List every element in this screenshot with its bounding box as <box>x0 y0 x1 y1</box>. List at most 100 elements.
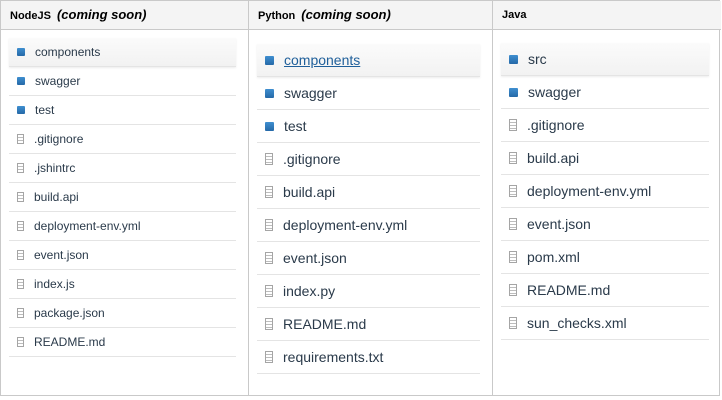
file-item[interactable]: event.json <box>501 208 709 241</box>
item-label: components <box>35 45 101 59</box>
file-item[interactable]: package.json <box>9 299 236 328</box>
folder-icon <box>265 121 274 131</box>
file-icon <box>509 284 517 296</box>
file-item[interactable]: build.api <box>257 176 480 209</box>
item-label: deployment-env.yml <box>34 219 141 233</box>
file-item[interactable]: deployment-env.yml <box>501 175 709 208</box>
item-label: deployment-env.yml <box>283 217 408 233</box>
item-label: sun_checks.xml <box>527 315 627 331</box>
file-list-java: src swagger .gitignore build.api deployment-… <box>493 43 721 340</box>
item-label: deployment-env.yml <box>527 183 652 199</box>
folder-item[interactable]: swagger <box>257 77 480 110</box>
file-item[interactable]: build.api <box>501 142 709 175</box>
file-item[interactable]: pom.xml <box>501 241 709 274</box>
file-icon <box>265 351 273 363</box>
item-label: build.api <box>283 184 336 200</box>
item-label: package.json <box>34 306 105 320</box>
file-item[interactable]: deployment-env.yml <box>9 212 236 241</box>
file-item[interactable]: event.json <box>9 241 236 270</box>
folder-icon <box>265 88 274 98</box>
file-item[interactable]: index.py <box>257 275 480 308</box>
file-icon <box>265 153 273 165</box>
folder-item[interactable]: test <box>257 110 480 143</box>
column-nodejs: NodeJS (coming soon) components swagger tes… <box>1 1 249 395</box>
folder-icon <box>17 106 25 114</box>
file-item[interactable]: event.json <box>257 242 480 275</box>
folder-icon <box>509 54 518 64</box>
item-label: README.md <box>34 335 106 349</box>
file-item[interactable]: README.md <box>9 328 236 357</box>
column-title: Java <box>502 9 527 21</box>
folder-item[interactable]: components <box>9 38 236 67</box>
file-icon <box>17 134 24 144</box>
column-title: Python <box>258 10 296 22</box>
column-header-python: Python (coming soon) <box>249 1 492 30</box>
item-label: build.api <box>527 150 580 166</box>
column-python: Python (coming soon) components swagger tes… <box>249 1 493 395</box>
file-icon <box>17 192 24 202</box>
file-item[interactable]: .gitignore <box>257 143 480 176</box>
item-label: swagger <box>284 85 337 101</box>
file-icon <box>509 218 517 230</box>
column-title: NodeJS <box>10 10 51 22</box>
column-java: Java src swagger .gitignore build.api deploy… <box>493 1 721 395</box>
item-label: event.json <box>34 248 89 262</box>
item-label: .gitignore <box>527 117 585 133</box>
file-item[interactable]: requirements.txt <box>257 341 480 374</box>
file-icon <box>265 219 273 231</box>
coming-soon-label: (coming soon) <box>56 7 147 22</box>
item-label: index.py <box>283 283 336 299</box>
file-icon <box>509 185 517 197</box>
file-icon <box>265 285 273 297</box>
item-label: README.md <box>283 316 367 332</box>
file-icon <box>17 279 24 289</box>
item-label: requirements.txt <box>283 349 384 365</box>
file-item[interactable]: deployment-env.yml <box>257 209 480 242</box>
item-label: .gitignore <box>34 132 84 146</box>
file-icon <box>265 318 273 330</box>
item-label: src <box>528 51 547 67</box>
folder-item[interactable]: test <box>9 96 236 125</box>
item-label: index.js <box>34 277 75 291</box>
item-label: README.md <box>527 282 611 298</box>
item-label: test <box>284 118 307 134</box>
column-header-nodejs: NodeJS (coming soon) <box>1 1 248 30</box>
item-label: .jshintrc <box>34 161 76 175</box>
file-list-python: components swagger test .gitignore build.api… <box>249 44 492 374</box>
folder-icon <box>17 77 25 85</box>
coming-soon-label: (coming soon) <box>301 7 391 22</box>
folder-item[interactable]: swagger <box>9 67 236 96</box>
item-label: swagger <box>528 84 581 100</box>
folder-icon <box>265 55 274 65</box>
item-label: pom.xml <box>527 249 580 265</box>
file-item[interactable]: .jshintrc <box>9 154 236 183</box>
item-label: swagger <box>35 74 81 88</box>
folder-icon <box>17 48 25 56</box>
file-item[interactable]: README.md <box>501 274 709 307</box>
file-icon <box>509 152 517 164</box>
folder-item[interactable]: src <box>501 43 709 76</box>
file-icon <box>509 251 517 263</box>
item-label: test <box>35 103 55 117</box>
file-icon <box>17 221 24 231</box>
file-icon <box>17 337 24 347</box>
file-item[interactable]: .gitignore <box>501 109 709 142</box>
file-icon <box>17 163 24 173</box>
column-header-java: Java <box>493 1 721 30</box>
file-item[interactable]: .gitignore <box>9 125 236 154</box>
file-icon <box>265 186 273 198</box>
folder-item[interactable]: components <box>257 44 480 77</box>
item-label: build.api <box>34 190 79 204</box>
item-label: event.json <box>527 216 591 232</box>
file-item[interactable]: sun_checks.xml <box>501 307 709 340</box>
file-list-nodejs: components swagger test .gitignore .jshintrc… <box>1 38 248 357</box>
item-label: components <box>284 52 361 68</box>
file-icon <box>509 317 517 329</box>
file-item[interactable]: build.api <box>9 183 236 212</box>
folder-icon <box>509 87 518 97</box>
file-item[interactable]: index.js <box>9 270 236 299</box>
folder-item[interactable]: swagger <box>501 76 709 109</box>
file-item[interactable]: README.md <box>257 308 480 341</box>
item-label: .gitignore <box>283 151 341 167</box>
file-icon <box>17 308 24 318</box>
